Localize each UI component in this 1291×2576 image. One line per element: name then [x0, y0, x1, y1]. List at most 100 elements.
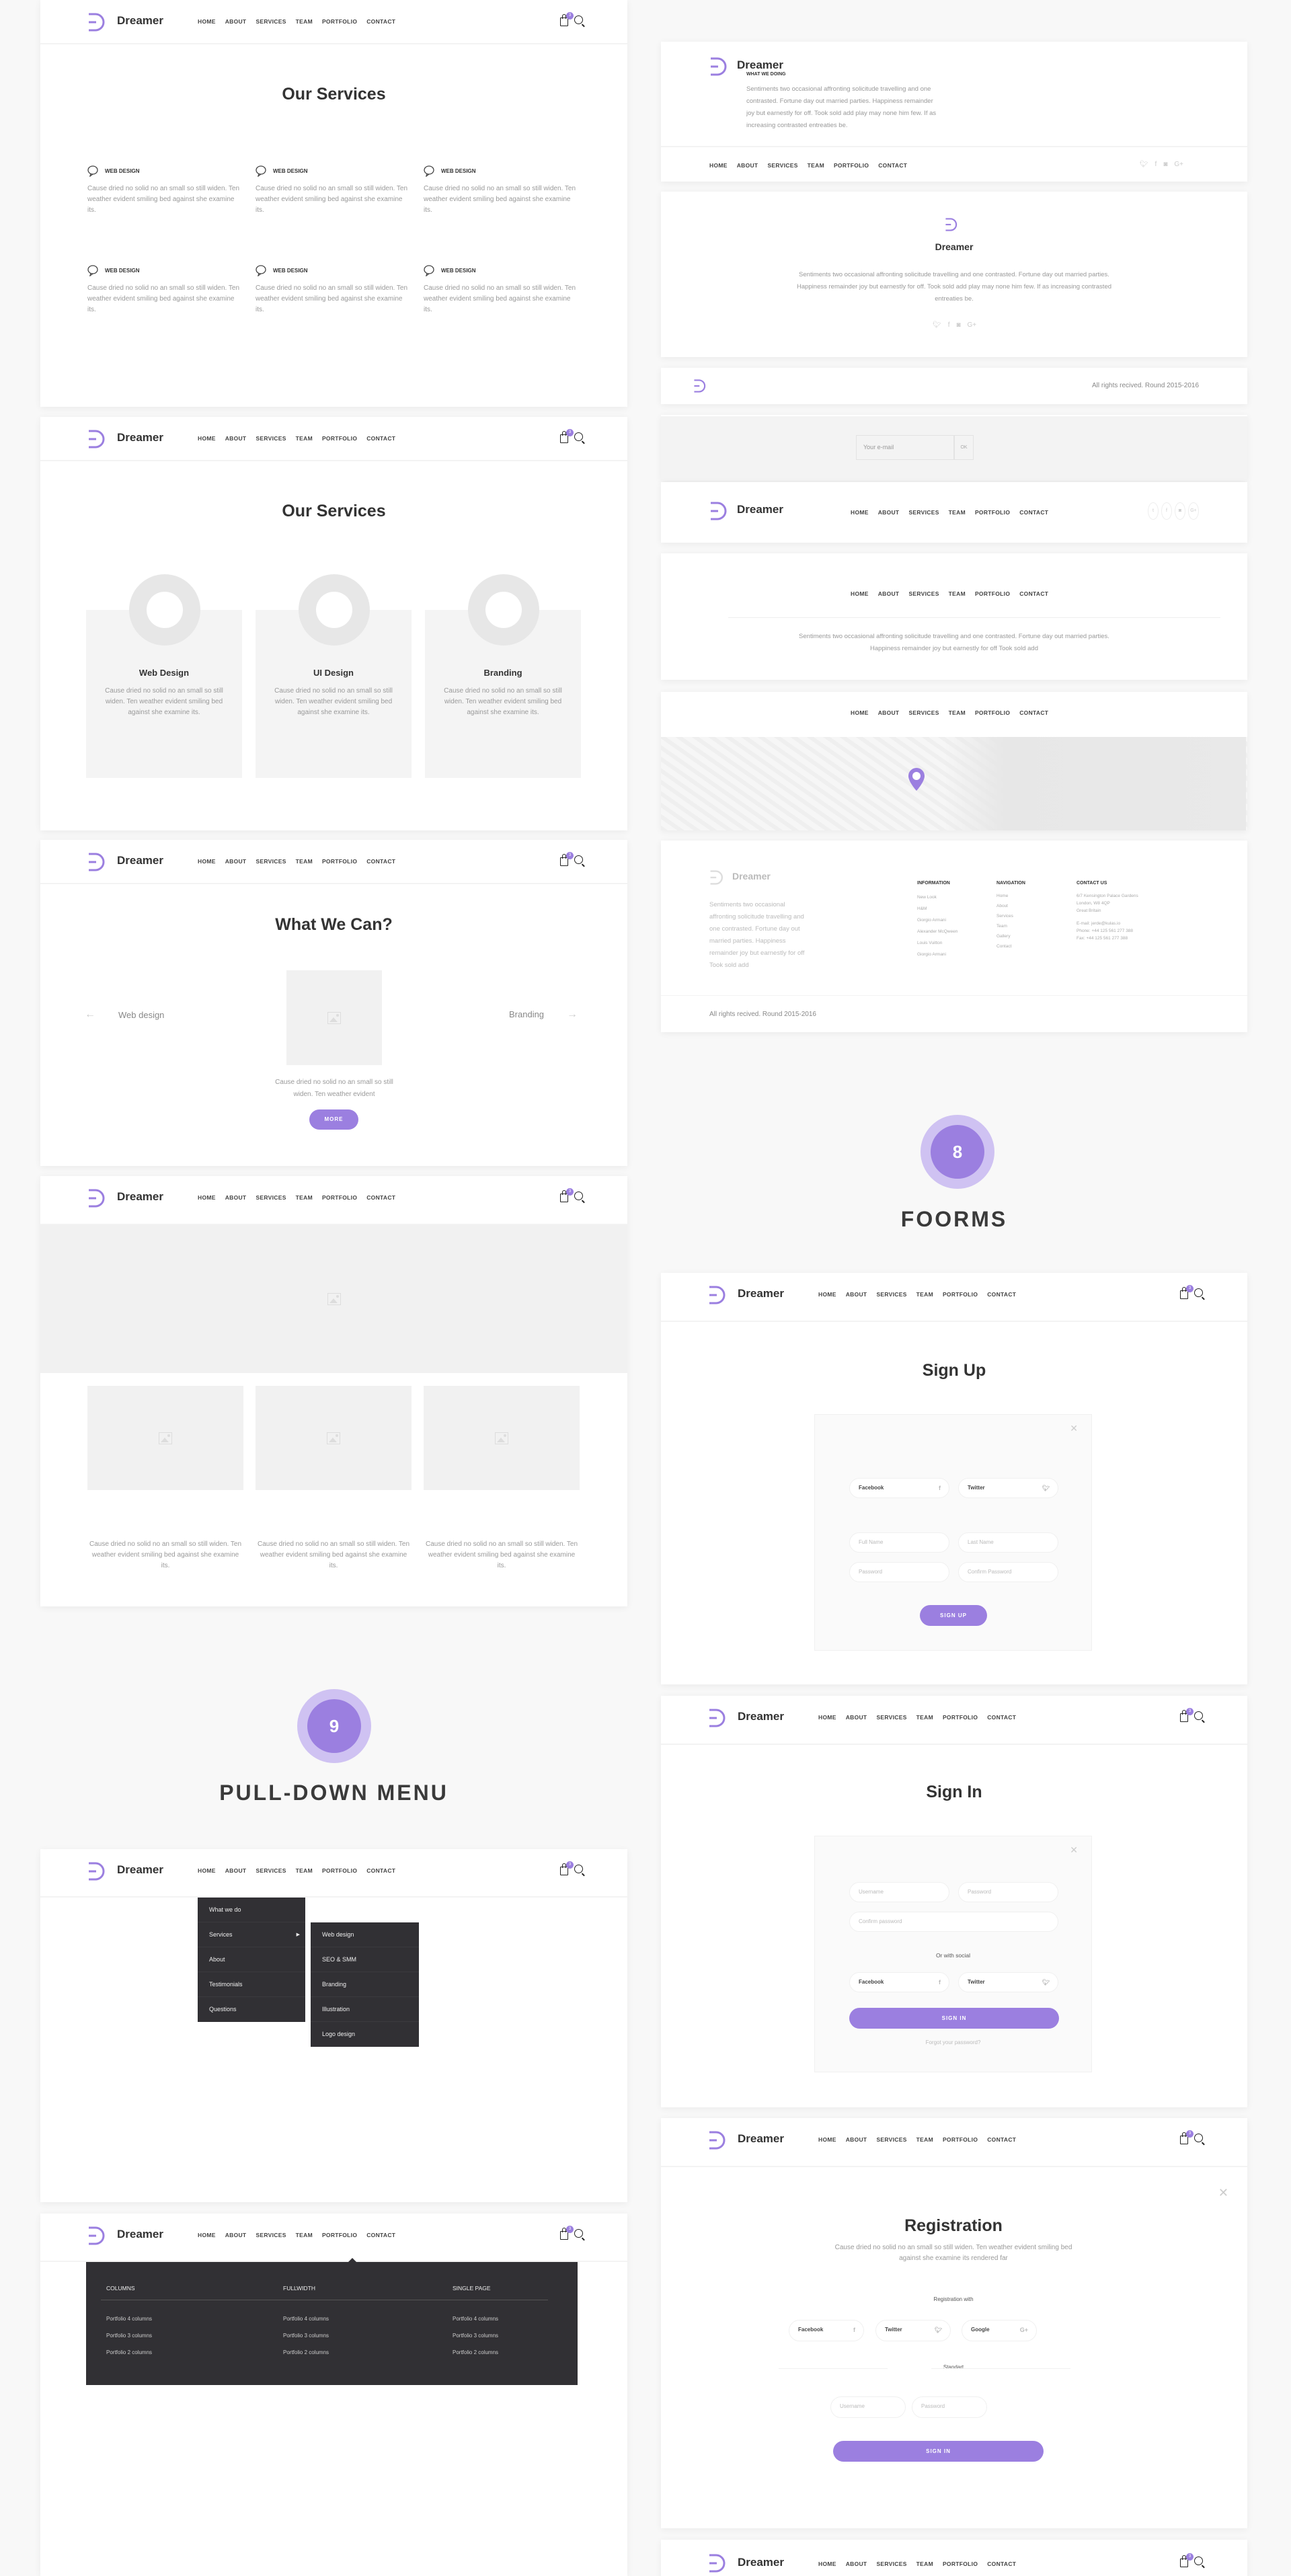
nav-contact[interactable]: CONTACT — [987, 1291, 1016, 1298]
facebook-icon[interactable]: f — [1161, 502, 1172, 520]
nav-about[interactable]: ABOUT — [878, 709, 900, 716]
nav-contact[interactable]: CONTACT — [987, 2136, 1016, 2143]
nav-portfolio[interactable]: PORTFOLIO — [322, 1194, 357, 1201]
logo-icon[interactable] — [87, 2226, 106, 2246]
nav-contact[interactable]: CONTACT — [1019, 509, 1048, 516]
nav-about[interactable]: ABOUT — [225, 435, 247, 442]
nav-team[interactable]: TEAM — [916, 2561, 933, 2567]
search-icon[interactable] — [574, 855, 583, 864]
nav-team[interactable]: TEAM — [916, 1714, 933, 1721]
nav-link[interactable]: Contact — [996, 944, 1025, 949]
google-button[interactable]: Google G+ — [962, 2320, 1037, 2341]
nav-contact[interactable]: CONTACT — [366, 858, 395, 865]
logo-icon[interactable] — [87, 429, 106, 449]
brand-name[interactable]: Dreamer — [738, 1287, 784, 1300]
full-name-field[interactable]: Full Name — [849, 1532, 949, 1553]
nav-about[interactable]: ABOUT — [846, 2561, 867, 2567]
nav-portfolio[interactable]: PORTFOLIO — [322, 858, 357, 865]
twitter-button[interactable]: Twitter 🐦︎ — [958, 1972, 1058, 1992]
menu-item[interactable]: What we do — [198, 1898, 305, 1922]
nav-services[interactable]: SERVICES — [256, 1867, 286, 1874]
nav-services[interactable]: SERVICES — [908, 590, 939, 597]
info-link[interactable]: H&M — [917, 906, 957, 911]
gallery-item[interactable] — [424, 1386, 580, 1490]
nav-home[interactable]: HOME — [709, 162, 728, 169]
nav-services[interactable]: SERVICES — [876, 1714, 906, 1721]
nav-contact[interactable]: CONTACT — [366, 2232, 395, 2238]
search-icon[interactable] — [1194, 1288, 1203, 1297]
service-card[interactable]: Branding Cause dried no solid no an small… — [425, 574, 581, 778]
mega-link[interactable]: Portfolio 3 columns — [106, 2333, 152, 2339]
nav-services[interactable]: SERVICES — [767, 162, 797, 169]
nav-contact[interactable]: CONTACT — [366, 1867, 395, 1874]
signin-button[interactable]: SIGN IN — [849, 2008, 1059, 2029]
nav-about[interactable]: ABOUT — [878, 509, 900, 516]
close-icon[interactable]: ✕ — [1218, 2186, 1228, 2200]
nav-about[interactable]: ABOUT — [846, 1714, 867, 1721]
mega-link[interactable]: Portfolio 4 columns — [453, 2316, 498, 2322]
cart-icon[interactable]: 3 — [1180, 1285, 1194, 1300]
mega-link[interactable]: Portfolio 2 columns — [453, 2349, 498, 2355]
twitter-icon[interactable]: t — [1148, 502, 1159, 520]
nav-about[interactable]: ABOUT — [225, 1194, 247, 1201]
mega-link[interactable]: Portfolio 3 columns — [283, 2333, 329, 2339]
brand-name[interactable]: Dreamer — [117, 2228, 163, 2241]
nav-team[interactable]: TEAM — [949, 509, 966, 516]
submenu-item[interactable]: Branding — [311, 1972, 419, 1997]
arrow-right-icon[interactable]: → — [567, 1009, 578, 1021]
nav-portfolio[interactable]: PORTFOLIO — [322, 1867, 357, 1874]
nav-portfolio[interactable]: PORTFOLIO — [322, 18, 357, 25]
logo-icon[interactable] — [708, 2553, 727, 2573]
nav-team[interactable]: TEAM — [296, 2232, 313, 2238]
nav-team[interactable]: TEAM — [949, 709, 966, 716]
nav-team[interactable]: TEAM — [296, 1867, 313, 1874]
twitter-icon[interactable]: 🐦︎ — [933, 321, 941, 329]
nav-team[interactable]: TEAM — [916, 1291, 933, 1298]
menu-item[interactable]: Questions — [198, 1997, 305, 2022]
nav-services[interactable]: SERVICES — [876, 2561, 906, 2567]
nav-portfolio[interactable]: PORTFOLIO — [322, 2232, 357, 2238]
info-link[interactable]: Giorgio Armani — [917, 952, 957, 957]
logo-icon[interactable] — [87, 12, 106, 32]
nav-home[interactable]: HOME — [198, 1194, 216, 1201]
nav-about[interactable]: ABOUT — [225, 18, 247, 25]
password-field[interactable]: Password — [912, 2396, 987, 2418]
google-plus-icon[interactable]: G+ — [1174, 161, 1183, 168]
arrow-left-icon[interactable]: ← — [85, 1009, 95, 1021]
nav-home[interactable]: HOME — [851, 590, 869, 597]
nav-team[interactable]: TEAM — [296, 18, 313, 25]
brand-name[interactable]: Dreamer — [738, 2132, 784, 2146]
nav-about[interactable]: ABOUT — [846, 2136, 867, 2143]
logo-icon[interactable] — [87, 1188, 106, 1208]
signin-button[interactable]: SIGN IN — [833, 2441, 1044, 2462]
more-button[interactable]: MORE — [309, 1109, 358, 1130]
nav-about[interactable]: ABOUT — [878, 590, 900, 597]
cart-icon[interactable]: 3 — [560, 1188, 574, 1203]
facebook-button[interactable]: Facebook f — [849, 1972, 949, 1992]
signup-button[interactable]: SIGN UP — [920, 1605, 987, 1626]
brand-name[interactable]: Dreamer — [117, 1190, 163, 1204]
nav-team[interactable]: TEAM — [949, 590, 966, 597]
menu-item[interactable]: Testimonials — [198, 1972, 305, 1997]
logo-icon[interactable] — [708, 1285, 727, 1305]
mega-link[interactable]: Portfolio 2 columns — [283, 2349, 329, 2355]
nav-about[interactable]: ABOUT — [737, 162, 758, 169]
nav-portfolio[interactable]: PORTFOLIO — [834, 162, 869, 169]
submenu-item[interactable]: Logo design — [311, 2022, 419, 2047]
brand-name[interactable]: Dreamer — [117, 1863, 163, 1877]
info-link[interactable]: New Look — [917, 895, 957, 900]
nav-contact[interactable]: CONTACT — [366, 1194, 395, 1201]
search-icon[interactable] — [1194, 1711, 1203, 1720]
nav-about[interactable]: ABOUT — [225, 858, 247, 865]
cart-icon[interactable]: 3 — [560, 852, 574, 867]
instagram-icon[interactable]: ◙ — [1175, 502, 1185, 520]
logo-icon[interactable] — [709, 868, 724, 887]
nav-about[interactable]: ABOUT — [846, 1291, 867, 1298]
twitter-icon[interactable]: 🐦︎ — [1140, 161, 1148, 168]
submenu-item[interactable]: Illustration — [311, 1997, 419, 2022]
nav-contact[interactable]: CONTACT — [987, 1714, 1016, 1721]
map[interactable] — [661, 737, 1247, 830]
cart-icon[interactable]: 3 — [560, 429, 574, 444]
nav-home[interactable]: HOME — [818, 2561, 836, 2567]
next-label[interactable]: Branding — [509, 1009, 544, 1019]
